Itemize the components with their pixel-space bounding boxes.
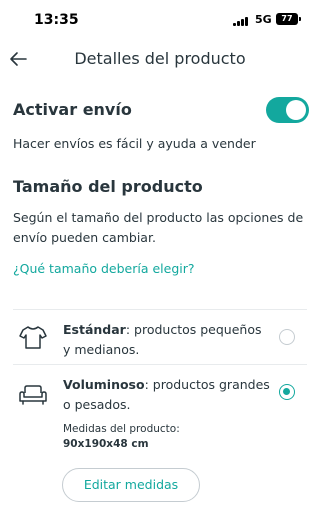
option-standard-name: Estándar [63, 322, 126, 337]
status-bar: 13:35 5G 77 [0, 0, 320, 40]
network-type: 5G [255, 13, 272, 26]
shipping-title: Activar envío [13, 100, 132, 119]
shipping-subtitle: Hacer envíos es fácil y ayuda a vender [13, 136, 256, 151]
arrow-left-icon [10, 52, 27, 66]
battery-tip [299, 17, 301, 21]
radio-standard[interactable] [279, 329, 295, 345]
edit-measures-button[interactable]: Editar medidas [62, 468, 200, 502]
radio-bulky[interactable] [279, 384, 295, 400]
toggle-knob [286, 100, 306, 120]
option-bulky[interactable]: Voluminoso: productos grandes o pesados. [63, 375, 271, 415]
option-standard[interactable]: Estándar: productos pequeños y medianos. [63, 320, 271, 360]
status-time: 13:35 [34, 12, 79, 28]
sofa-icon [18, 380, 48, 410]
shipping-toggle[interactable] [266, 97, 309, 123]
tshirt-icon [18, 322, 48, 352]
signal-icon [233, 16, 249, 26]
page-title: Detalles del producto [74, 49, 246, 68]
measures-value: 90x190x48 cm [63, 438, 149, 450]
divider [13, 364, 307, 365]
divider [13, 309, 307, 310]
battery-icon: 77 [276, 13, 298, 25]
option-bulky-name: Voluminoso [63, 377, 145, 392]
nav-bar: Detalles del producto [0, 40, 320, 80]
size-help-link[interactable]: ¿Qué tamaño debería elegir? [13, 261, 195, 276]
measures-label: Medidas del producto: [63, 423, 180, 435]
size-title: Tamaño del producto [13, 177, 203, 196]
size-description: Según el tamaño del producto las opcione… [13, 210, 304, 245]
back-button[interactable] [4, 44, 34, 74]
